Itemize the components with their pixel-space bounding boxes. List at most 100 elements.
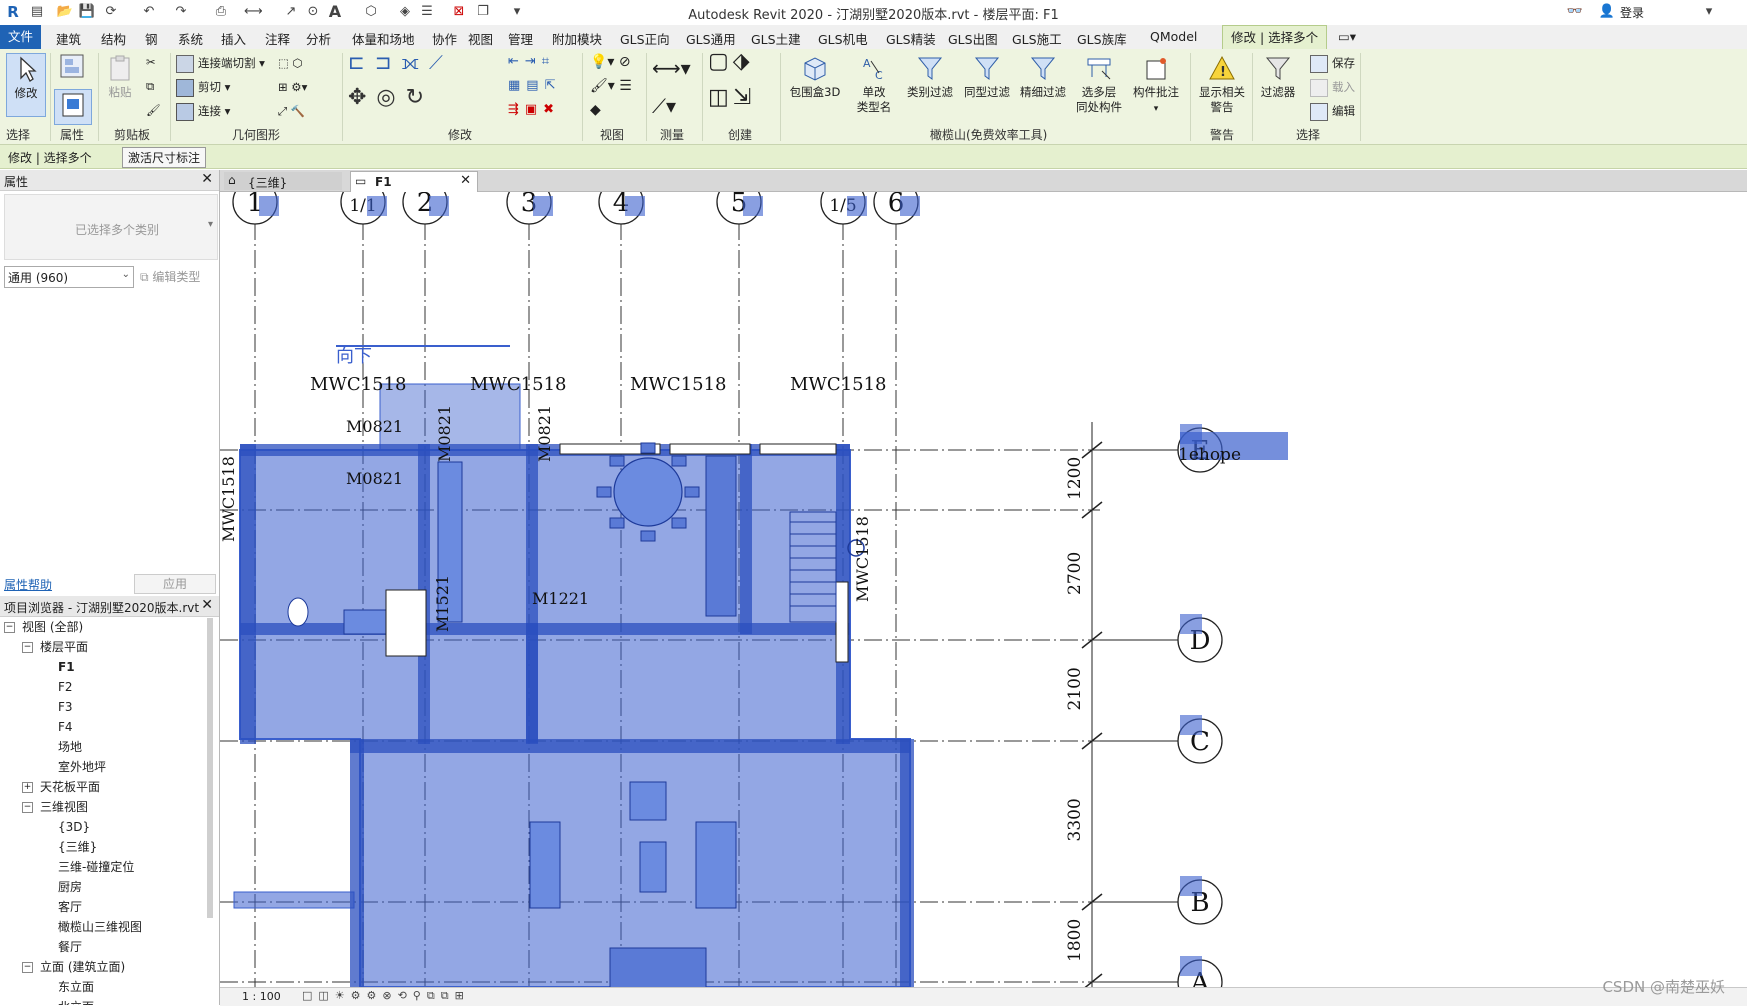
- browser-item[interactable]: 橄榄山三维视图: [58, 917, 142, 937]
- tree-toggle-icon[interactable]: +: [22, 782, 33, 793]
- paste-button[interactable]: 粘贴: [103, 53, 137, 113]
- show-warnings-button[interactable]: ! 显示相关 警告: [1194, 53, 1250, 115]
- dining-chair[interactable]: [671, 517, 687, 529]
- tab-f1[interactable]: ▭ F1 ✕: [350, 171, 478, 192]
- browser-item[interactable]: 北立面: [58, 997, 94, 1005]
- ribbon-tab-21[interactable]: QModel: [1150, 29, 1197, 44]
- browser-item[interactable]: F2: [58, 677, 73, 697]
- match-type-icon[interactable]: 🖌: [146, 101, 161, 119]
- window-opening[interactable]: [669, 443, 751, 455]
- browser-item[interactable]: 视图 (全部): [22, 617, 83, 637]
- cut-button[interactable]: 剪切 ▾: [176, 78, 230, 97]
- window-tag[interactable]: MWC1518: [310, 374, 407, 395]
- dining-chair[interactable]: [596, 486, 612, 498]
- browser-item[interactable]: 场地: [58, 737, 82, 757]
- type-properties-icon[interactable]: [54, 51, 90, 85]
- window-tag[interactable]: MWC1518: [790, 374, 887, 395]
- scale-label[interactable]: 1 : 100: [242, 990, 281, 1003]
- trim-split-icons[interactable]: ⇤⇥⌗: [508, 53, 555, 71]
- edit-type-button[interactable]: ⧉ 编辑类型: [140, 268, 200, 285]
- wall-segment[interactable]: [526, 623, 538, 743]
- browser-item[interactable]: 天花板平面: [40, 777, 100, 797]
- tree-toggle-icon[interactable]: −: [4, 622, 15, 633]
- grid-bubble-selection[interactable]: [259, 196, 279, 216]
- grid-bubble-selection[interactable]: [429, 196, 449, 216]
- tree-toggle-icon[interactable]: −: [22, 962, 33, 973]
- type-selector[interactable]: 已选择多个类别 ▾: [4, 194, 218, 260]
- browser-item[interactable]: 室外地坪: [58, 757, 106, 777]
- search-binoculars-icon[interactable]: 👓: [1566, 3, 1584, 21]
- tree-toggle-icon[interactable]: −: [22, 642, 33, 653]
- dining-chair[interactable]: [671, 455, 687, 467]
- modify-button[interactable]: 修改: [6, 53, 46, 117]
- window-opening[interactable]: [835, 581, 849, 663]
- paint-icon[interactable]: ⤢ 🔨: [278, 102, 305, 120]
- type-rename-button[interactable]: AC 单改 类型名: [852, 53, 896, 115]
- browser-item[interactable]: {三维}: [58, 837, 97, 857]
- browser-item[interactable]: 餐厅: [58, 937, 82, 957]
- browser-item[interactable]: 东立面: [58, 977, 94, 997]
- browser-item[interactable]: 客厅: [58, 897, 82, 917]
- load-selection-button[interactable]: 载入: [1310, 78, 1355, 97]
- tree-toggle-icon[interactable]: −: [22, 802, 33, 813]
- hide-icon[interactable]: 💡▾ ⊘: [590, 53, 631, 71]
- login-link[interactable]: 登录: [1620, 4, 1644, 21]
- selected-balcony[interactable]: [233, 891, 355, 909]
- wall-segment[interactable]: [900, 739, 914, 987]
- ribbon-tab-9[interactable]: 协作: [432, 29, 457, 48]
- properties-help-link[interactable]: 属性帮助: [4, 576, 52, 593]
- ribbon-tab-6[interactable]: 注释: [265, 29, 290, 48]
- ribbon-tab-15[interactable]: GLS土建: [751, 29, 801, 48]
- door-tag[interactable]: M0821: [435, 405, 454, 462]
- wall-segment[interactable]: [350, 739, 364, 987]
- dimension-text[interactable]: 1200: [1065, 457, 1085, 500]
- browser-item[interactable]: F1: [58, 657, 75, 677]
- ribbon-tab-3[interactable]: 钢: [145, 29, 158, 48]
- browser-item[interactable]: F3: [58, 697, 73, 717]
- tv-cabinet[interactable]: [529, 821, 561, 909]
- ribbon-minimize-icon[interactable]: ▭▾: [1338, 29, 1356, 44]
- box3d-button[interactable]: 包围盒3D: [785, 53, 845, 100]
- browser-item[interactable]: {3D}: [58, 817, 90, 837]
- grid-bubble-selection[interactable]: [847, 196, 867, 216]
- ribbon-tab-13[interactable]: GLS正向: [620, 29, 670, 48]
- dining-chair[interactable]: [640, 442, 656, 454]
- edit-selection-button[interactable]: 编辑: [1310, 102, 1355, 121]
- grid-bubble-selection[interactable]: [1180, 614, 1202, 634]
- grid-bubble-selection[interactable]: [625, 196, 645, 216]
- category-filter-button[interactable]: 类别过滤: [903, 53, 957, 100]
- join-cut-button[interactable]: 连接端切割 ▾: [176, 54, 265, 73]
- ribbon-tab-7[interactable]: 分析: [306, 29, 331, 48]
- array-scale-icons[interactable]: ▦▤⇱: [508, 77, 561, 95]
- grid-bubble-selection[interactable]: [1180, 876, 1202, 896]
- coffee-table[interactable]: [639, 841, 667, 893]
- move-copy-rotate-icons[interactable]: ✥◎↻: [348, 87, 434, 109]
- ribbon-tab-14[interactable]: GLS通用: [686, 29, 736, 48]
- window-tag[interactable]: MWC1518: [220, 456, 238, 542]
- multi-level-select-button[interactable]: 选多层 同处构件: [1072, 53, 1126, 115]
- dimension-text[interactable]: 1800: [1065, 919, 1085, 962]
- create-group-icons[interactable]: ◫⇲: [708, 87, 755, 109]
- ribbon-tab-11[interactable]: 管理: [508, 29, 533, 48]
- dining-chair[interactable]: [640, 530, 656, 542]
- drawing-canvas[interactable]: MWC1518 MWC1518 MWC1518 MWC1518 MWC1518 MWC15…: [220, 192, 1747, 987]
- ribbon-tab-16[interactable]: GLS机电: [818, 29, 868, 48]
- browser-scrollbar[interactable]: [207, 618, 213, 918]
- override-icon[interactable]: 🖌▾ ☰: [590, 77, 632, 95]
- pin-delete-icons[interactable]: ⇶▣✖: [508, 101, 560, 119]
- door-swing-white[interactable]: [385, 589, 427, 657]
- join-button[interactable]: 连接 ▾: [176, 102, 230, 121]
- grid-bubble-selection[interactable]: [367, 196, 387, 216]
- window-tag[interactable]: MWC1518: [630, 374, 727, 395]
- fine-filter-button[interactable]: 精细过滤: [1016, 53, 1070, 100]
- cut-scissors-icon[interactable]: ✂: [146, 53, 156, 71]
- align-offset-mirror-icons[interactable]: ⊏⊐⟗⟋: [348, 52, 453, 72]
- cabinet[interactable]: [705, 455, 737, 617]
- stair-down-label[interactable]: 向下: [336, 346, 372, 367]
- tag-text[interactable]: 1ehope: [1178, 445, 1241, 465]
- properties-toggle-icon[interactable]: [54, 89, 92, 125]
- browser-item[interactable]: 楼层平面: [40, 637, 88, 657]
- component-note-button[interactable]: 构件批注 ▾: [1128, 53, 1184, 117]
- wall-segment[interactable]: [240, 444, 256, 744]
- dimension-text[interactable]: 2700: [1065, 552, 1085, 595]
